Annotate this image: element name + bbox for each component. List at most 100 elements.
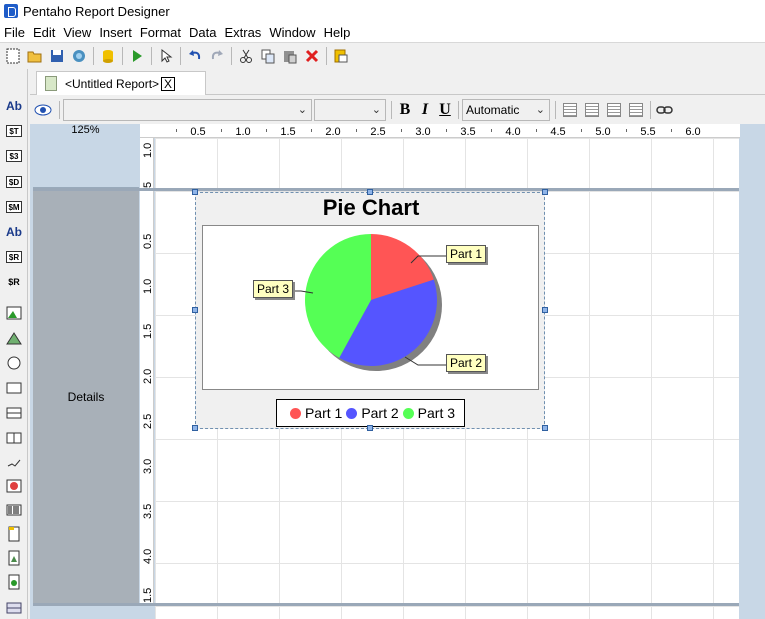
ruler-tick-mark (491, 129, 492, 132)
details-vertical-ruler: 0.5 1.0 1.5 2.0 2.5 3.0 3.5 4.0 1.5 (140, 191, 154, 603)
menu-help[interactable]: Help (320, 25, 355, 40)
redo-icon[interactable] (206, 45, 228, 67)
ruler-tick-label: 3.5 (142, 503, 154, 519)
resize-handle[interactable] (192, 425, 198, 431)
footer-band[interactable] (155, 606, 739, 619)
delete-icon[interactable] (301, 45, 323, 67)
font-family-select[interactable]: ⌄ (63, 99, 312, 121)
preview-icon[interactable] (330, 45, 352, 67)
table-of-contents-icon[interactable] (4, 573, 24, 591)
ruler-tick-label: 2.5 (142, 413, 154, 429)
survey-scale-icon[interactable] (4, 454, 24, 472)
text-field-icon[interactable]: $T (4, 122, 24, 140)
eye-icon[interactable] (30, 99, 56, 121)
text-color-value: Automatic (466, 103, 520, 117)
resource-label-icon[interactable]: Ab (4, 223, 24, 241)
legend-label: Part 1 (304, 405, 343, 421)
toolbar-separator (93, 47, 94, 65)
align-justify-icon[interactable] (629, 103, 643, 117)
open-icon[interactable] (24, 45, 46, 67)
toolbar-separator (231, 47, 232, 65)
bold-button[interactable]: B (395, 99, 415, 121)
number-field-icon[interactable]: $3 (4, 147, 24, 165)
align-center-icon[interactable] (585, 103, 599, 117)
index-icon[interactable] (4, 599, 24, 617)
slice-label-part-1: Part 1 (446, 245, 487, 263)
menu-edit[interactable]: Edit (29, 25, 59, 40)
run-icon[interactable] (126, 45, 148, 67)
legend-item-part-3: Part 3 (399, 405, 455, 421)
vertical-line-icon[interactable] (4, 429, 24, 447)
select-icon[interactable] (155, 45, 177, 67)
save-icon[interactable] (46, 45, 68, 67)
menu-file[interactable]: File (0, 25, 29, 40)
align-right-icon[interactable] (607, 103, 621, 117)
zoom-level[interactable]: 125% (33, 124, 138, 138)
subreport-icon[interactable] (4, 549, 24, 567)
undo-icon[interactable] (184, 45, 206, 67)
menu-insert[interactable]: Insert (95, 25, 136, 40)
datasource-icon[interactable] (97, 45, 119, 67)
menu-view[interactable]: View (59, 25, 95, 40)
resize-handle[interactable] (542, 189, 548, 195)
menu-extras[interactable]: Extras (220, 25, 265, 40)
toolbar-separator (59, 101, 60, 119)
header-vertical-ruler: 1.0 5 (140, 138, 154, 188)
underline-button[interactable]: U (435, 99, 455, 121)
resize-handle[interactable] (192, 307, 198, 313)
page-header-band[interactable] (155, 138, 739, 188)
pie-chart-element[interactable]: Pie Chart Part 1 Part 2 Part 3 Part 1 Pa… (192, 189, 548, 431)
footer-band-handle[interactable] (33, 606, 139, 619)
ellipse-icon[interactable] (4, 354, 24, 372)
message-field-icon[interactable]: $M (4, 198, 24, 216)
ruler-tick-label: 1.0 (142, 142, 154, 158)
ruler-tick-label: 0.5 (190, 126, 206, 138)
publish-icon[interactable] (68, 45, 90, 67)
date-field-icon[interactable]: $D (4, 173, 24, 191)
band-icon[interactable] (4, 525, 24, 543)
menu-window[interactable]: Window (265, 25, 319, 40)
image-field-icon[interactable] (4, 329, 24, 347)
resize-handle[interactable] (542, 425, 548, 431)
horizontal-line-icon[interactable] (4, 404, 24, 422)
tab-untitled-report[interactable]: <Untitled Report> X (36, 71, 206, 95)
resize-handle[interactable] (367, 425, 373, 431)
new-report-icon[interactable] (2, 45, 24, 67)
resource-field-icon[interactable]: $R (4, 248, 24, 266)
text-color-select[interactable]: Automatic ⌄ (462, 99, 550, 121)
ruler-tick-mark (176, 129, 177, 132)
ruler-tick-mark (671, 129, 672, 132)
toolbar-separator (458, 101, 459, 119)
page-header-band-handle[interactable] (33, 138, 139, 188)
ruler-tick-mark (266, 129, 267, 132)
ruler-tick-label: 4.0 (142, 548, 154, 564)
menu-bar: File Edit View Insert Format Data Extras… (0, 22, 765, 42)
paste-icon[interactable] (279, 45, 301, 67)
resize-handle[interactable] (192, 189, 198, 195)
ruler-tick-label: 4.0 (505, 126, 521, 138)
barcode-icon[interactable] (4, 501, 24, 519)
resize-handle[interactable] (367, 189, 373, 195)
toolbar-separator (555, 101, 556, 119)
copy-icon[interactable] (257, 45, 279, 67)
resource-message-icon[interactable]: $R (4, 273, 24, 291)
resize-handle[interactable] (542, 307, 548, 313)
hyperlink-icon[interactable] (654, 99, 676, 121)
align-left-icon[interactable] (563, 103, 577, 117)
ruler-tick-label: 5.0 (595, 126, 611, 138)
label-icon[interactable]: Ab (4, 97, 24, 115)
element-palette: Ab $T $3 $D $M Ab $R $R (0, 69, 28, 619)
document-tab-bar: <Untitled Report> X (30, 69, 765, 95)
format-toolbar: ⌄ ⌄ B I U Automatic ⌄ (30, 96, 765, 124)
menu-data[interactable]: Data (185, 25, 220, 40)
menu-format[interactable]: Format (136, 25, 185, 40)
font-size-select[interactable]: ⌄ (314, 99, 386, 121)
image-icon[interactable] (4, 304, 24, 322)
chart-icon[interactable] (4, 477, 24, 495)
legend-swatch (289, 407, 301, 419)
toolbar-separator (391, 101, 392, 119)
rectangle-icon[interactable] (4, 379, 24, 397)
close-tab-icon[interactable]: X (161, 76, 176, 91)
cut-icon[interactable] (235, 45, 257, 67)
italic-button[interactable]: I (415, 99, 435, 121)
